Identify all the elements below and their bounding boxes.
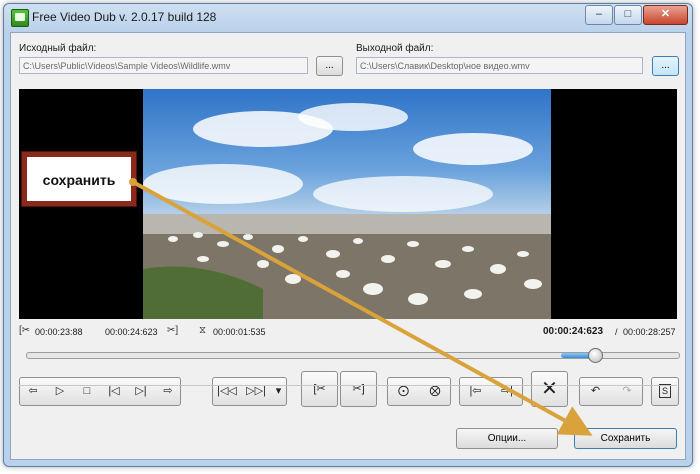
- clear-marker-button[interactable]: ⨂: [420, 378, 450, 407]
- close-icon[interactable]: ✕: [643, 5, 688, 25]
- app-window: Free Video Dub v. 2.0.17 build 128 – □ ✕…: [3, 3, 693, 467]
- prev-mark-button[interactable]: |◁: [101, 378, 127, 407]
- step-forward-icon: ⇨: [163, 385, 173, 397]
- output-file-label: Выходной файл:: [356, 43, 434, 54]
- snapshot-button[interactable]: S: [651, 377, 679, 406]
- jump-end-button[interactable]: ▷▷|: [242, 378, 270, 407]
- scissors-start-icon: [✂: [313, 383, 326, 395]
- mark-out-icon[interactable]: ✂]: [167, 325, 178, 336]
- marker-icon: ⨀: [398, 385, 409, 397]
- mark-out-time: 00:00:24:623: [105, 327, 158, 337]
- step-back-icon: ⇦: [28, 385, 38, 397]
- total-time: 00:00:28:257: [623, 327, 676, 337]
- stop-icon: □: [83, 385, 91, 397]
- redo-button[interactable]: ↷: [612, 378, 642, 407]
- source-file-label: Исходный файл:: [19, 43, 97, 54]
- selection-duration: 00:00:01:535: [213, 327, 266, 337]
- chevron-down-icon: ▾: [275, 385, 282, 397]
- undo-button[interactable]: ↶: [580, 378, 611, 407]
- duration-icon: ⧖: [199, 325, 207, 336]
- undo-icon: ↶: [590, 385, 601, 397]
- seek-thumb[interactable]: [588, 348, 603, 363]
- play-button[interactable]: ▷: [47, 378, 73, 407]
- output-file-field[interactable]: C:\Users\Славик\Desktop\ное видео.wmv: [356, 57, 643, 74]
- video-scene: [143, 103, 551, 319]
- save-callout: сохранить: [21, 151, 137, 207]
- delete-button[interactable]: ✕: [531, 371, 568, 407]
- next-mark-button[interactable]: ▷|: [128, 378, 154, 407]
- mark-in-time: 00:00:23:88: [35, 327, 83, 337]
- footer-divider: [19, 385, 677, 386]
- jump-start-icon: |◁◁: [217, 385, 237, 397]
- mark-in-icon[interactable]: [✂: [19, 325, 30, 336]
- window-title: Free Video Dub v. 2.0.17 build 128: [32, 10, 217, 24]
- jump-start-button[interactable]: |◁◁: [213, 378, 241, 407]
- seek-bar[interactable]: [26, 348, 680, 363]
- app-logo-icon: [11, 9, 29, 27]
- video-frame: [143, 89, 551, 319]
- source-file-field[interactable]: C:\Users\Public\Videos\Sample Videos\Wil…: [19, 57, 308, 74]
- play-icon: ▷: [55, 385, 65, 397]
- skip-forward-icon: ▷|: [135, 385, 147, 397]
- prev-frame-button[interactable]: ⇦: [20, 378, 46, 407]
- current-time: 00:00:24:623: [543, 326, 604, 337]
- options-button[interactable]: Опции...: [456, 428, 558, 449]
- next-marker-icon: ⇨|: [500, 385, 514, 397]
- mark-end-button[interactable]: ✂]: [340, 371, 377, 407]
- scissors-end-icon: ✂]: [352, 383, 365, 395]
- snapshot-icon: S: [658, 384, 671, 398]
- redo-icon: ↷: [622, 385, 632, 397]
- mark-start-button[interactable]: [✂: [301, 371, 338, 407]
- skip-back-icon: |◁: [108, 385, 120, 397]
- callout-text: сохранить: [27, 157, 131, 201]
- output-browse-button[interactable]: ...: [652, 56, 679, 76]
- delete-icon: ✕: [541, 378, 558, 400]
- jump-end-icon: ▷▷|: [246, 385, 266, 397]
- main-panel: Исходный файл: C:\Users\Public\Videos\Sa…: [10, 32, 686, 460]
- minimize-icon[interactable]: –: [585, 5, 613, 25]
- maximize-icon[interactable]: □: [614, 5, 642, 25]
- source-browse-button[interactable]: ...: [316, 56, 343, 76]
- go-next-marker-button[interactable]: ⇨|: [492, 378, 522, 407]
- jump-dropdown[interactable]: ▾: [271, 378, 286, 407]
- clear-marker-icon: ⨂: [429, 385, 441, 397]
- next-frame-button[interactable]: ⇨: [155, 378, 181, 407]
- time-separator: /: [615, 327, 618, 337]
- prev-marker-icon: |⇦: [469, 385, 482, 397]
- set-marker-button[interactable]: ⨀: [388, 378, 419, 407]
- title-bar: Free Video Dub v. 2.0.17 build 128 – □ ✕: [4, 4, 692, 30]
- save-button[interactable]: Сохранить: [574, 428, 677, 449]
- stop-button[interactable]: □: [74, 378, 100, 407]
- go-prev-marker-button[interactable]: |⇦: [460, 378, 491, 407]
